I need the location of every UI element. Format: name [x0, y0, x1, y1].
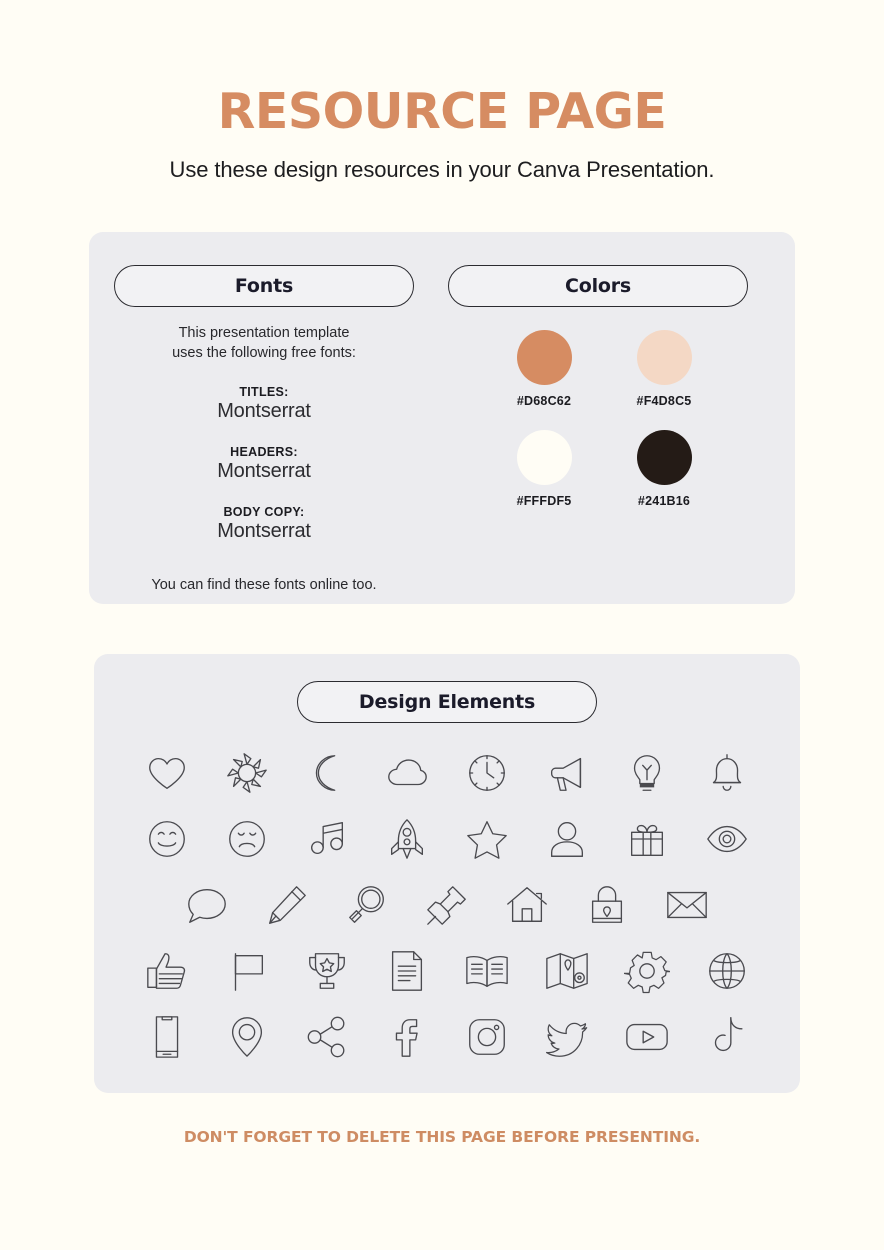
color-swatch[interactable]: #F4D8C5 — [604, 330, 724, 408]
color-swatch[interactable]: #FFFDF5 — [484, 430, 604, 508]
color-swatch-grid: #D68C62 #F4D8C5 #FFFDF5 #241B16 — [484, 330, 724, 508]
font-role-label: TITLES: — [239, 385, 289, 400]
open-book-icon[interactable] — [464, 948, 510, 994]
lightbulb-icon[interactable] — [624, 750, 670, 796]
color-swatch-hex-label: #FFFDF5 — [516, 494, 572, 508]
icon-row — [94, 1004, 800, 1070]
page-title: RESOURCE PAGE — [217, 83, 667, 140]
speech-bubble-icon[interactable] — [184, 882, 230, 928]
font-group-body-copy: BODY COPY: Montserrat — [114, 505, 414, 543]
colors-section-heading[interactable]: Colors — [448, 265, 748, 307]
delete-page-reminder: DON'T FORGET TO DELETE THIS PAGE BEFORE … — [183, 1128, 701, 1146]
globe-icon[interactable] — [704, 948, 750, 994]
star-icon[interactable] — [464, 816, 510, 862]
pencil-icon[interactable] — [264, 882, 310, 928]
sun-icon[interactable] — [224, 750, 270, 796]
color-swatch-hex-label: #241B16 — [637, 494, 691, 508]
tiktok-icon[interactable] — [704, 1014, 750, 1060]
fonts-and-colors-card: Fonts This presentation template uses th… — [89, 232, 795, 604]
page-subtitle: Use these design resources in your Canva… — [169, 157, 715, 183]
house-icon[interactable] — [504, 882, 550, 928]
pushpin-icon[interactable] — [424, 882, 470, 928]
color-swatch[interactable]: #D68C62 — [484, 330, 604, 408]
moon-icon[interactable] — [304, 750, 350, 796]
eye-icon[interactable] — [704, 816, 750, 862]
envelope-icon[interactable] — [664, 882, 710, 928]
design-elements-heading[interactable]: Design Elements — [297, 681, 597, 723]
youtube-icon[interactable] — [624, 1014, 670, 1060]
font-name-value: Montserrat — [217, 400, 311, 423]
color-swatch-hex-label: #D68C62 — [516, 394, 572, 408]
color-swatch-dot[interactable] — [636, 430, 692, 485]
thumbs-up-icon[interactable] — [144, 948, 190, 994]
magnifier-icon[interactable] — [344, 882, 390, 928]
lock-icon[interactable] — [584, 882, 630, 928]
font-group-headers: HEADERS: Montserrat — [114, 445, 414, 483]
music-note-icon[interactable] — [304, 816, 350, 862]
document-icon[interactable] — [384, 948, 430, 994]
smiley-face-icon[interactable] — [144, 816, 190, 862]
icon-row — [94, 806, 800, 872]
icon-row — [94, 872, 800, 938]
icon-row — [94, 938, 800, 1004]
phone-icon[interactable] — [144, 1014, 190, 1060]
megaphone-icon[interactable] — [544, 750, 590, 796]
color-swatch-dot[interactable] — [636, 330, 692, 385]
facebook-icon[interactable] — [384, 1014, 430, 1060]
design-elements-icon-grid — [94, 740, 800, 1070]
fonts-intro-line-1: This presentation template — [178, 325, 350, 341]
flag-icon[interactable] — [224, 948, 270, 994]
sad-face-icon[interactable] — [224, 816, 270, 862]
fonts-section-body: This presentation template uses the foll… — [114, 324, 414, 593]
color-swatch-dot[interactable] — [516, 330, 572, 385]
fonts-footnote: You can find these fonts online too. — [151, 577, 377, 594]
cloud-icon[interactable] — [384, 750, 430, 796]
person-icon[interactable] — [544, 816, 590, 862]
rocket-icon[interactable] — [384, 816, 430, 862]
font-group-titles: TITLES: Montserrat — [114, 385, 414, 423]
fonts-intro-line-2: uses the following free fonts: — [172, 344, 356, 361]
page-header: RESOURCE PAGE Use these design resources… — [0, 0, 884, 183]
icon-row — [94, 740, 800, 806]
font-role-label: BODY COPY: — [223, 505, 305, 520]
location-pin-icon[interactable] — [224, 1014, 270, 1060]
font-name-value: Montserrat — [217, 520, 311, 543]
color-swatch-dot[interactable] — [516, 430, 572, 485]
instagram-icon[interactable] — [464, 1014, 510, 1060]
clock-icon[interactable] — [464, 750, 510, 796]
color-swatch-hex-label: #F4D8C5 — [636, 394, 692, 408]
color-swatch[interactable]: #241B16 — [604, 430, 724, 508]
trophy-icon[interactable] — [304, 948, 350, 994]
font-name-value: Montserrat — [217, 460, 311, 483]
map-icon[interactable] — [544, 948, 590, 994]
twitter-icon[interactable] — [544, 1014, 590, 1060]
gear-icon[interactable] — [624, 948, 670, 994]
fonts-section-heading[interactable]: Fonts — [114, 265, 414, 307]
share-icon[interactable] — [304, 1014, 350, 1060]
font-role-label: HEADERS: — [230, 445, 298, 460]
heart-icon[interactable] — [144, 750, 190, 796]
bell-icon[interactable] — [704, 750, 750, 796]
design-elements-card: Design Elements — [94, 654, 800, 1093]
gift-icon[interactable] — [624, 816, 670, 862]
fonts-intro: This presentation template uses the foll… — [114, 324, 414, 363]
